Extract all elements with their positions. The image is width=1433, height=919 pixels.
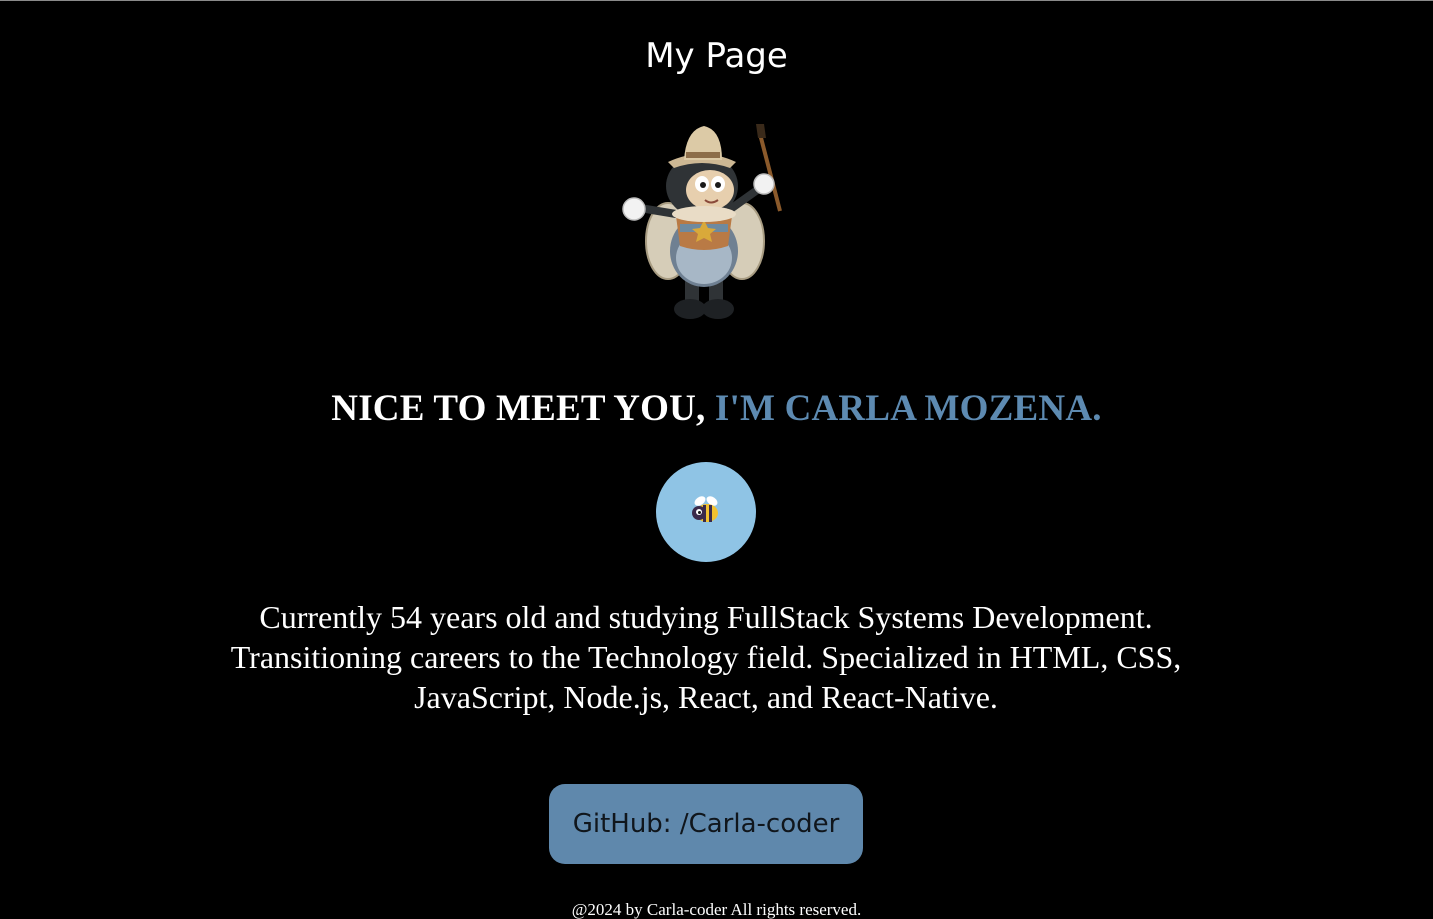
greeting-name: I'M CARLA MOZENA. (714, 388, 1102, 429)
bio-text: Currently 54 years old and studying Full… (230, 599, 1182, 715)
bee-icon (689, 493, 723, 532)
bee-painter-illustration (610, 116, 800, 331)
footer-copyright: @2024 by Carla-coder All rights reserved… (571, 900, 862, 919)
avatar (656, 462, 756, 562)
github-button[interactable]: GitHub: /Carla-coder (549, 784, 863, 864)
page-title: My Page (645, 36, 788, 76)
greeting-prefix: NICE TO MEET YOU, (331, 388, 706, 429)
greeting-heading: NICE TO MEET YOU, I'M CARLA MOZENA. (0, 387, 1433, 431)
